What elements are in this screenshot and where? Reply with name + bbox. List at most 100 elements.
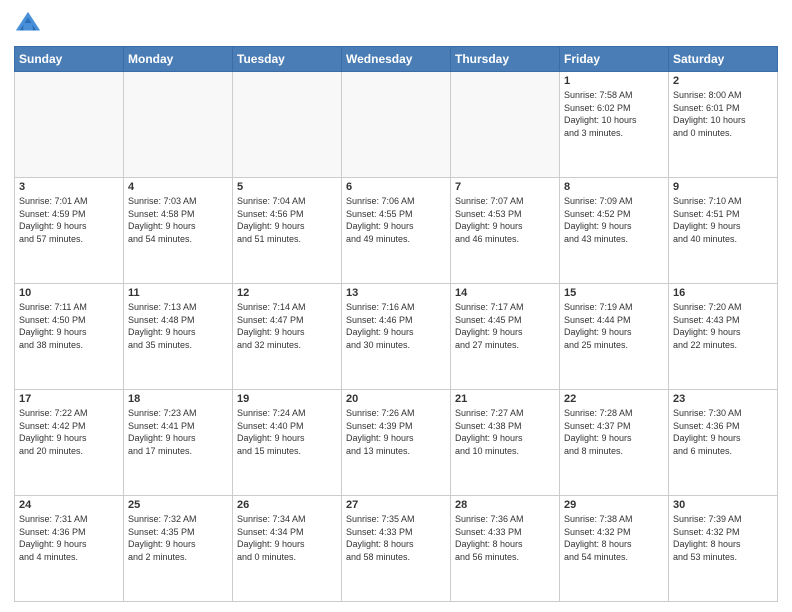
calendar-cell: 24 Sunrise: 7:31 AM Sunset: 4:36 PM Dayli…	[15, 496, 124, 602]
day-info: Sunrise: 7:23 AM Sunset: 4:41 PM Dayligh…	[128, 407, 228, 457]
day-info: Sunrise: 7:26 AM Sunset: 4:39 PM Dayligh…	[346, 407, 446, 457]
day-number: 18	[128, 393, 228, 405]
day-number: 22	[564, 393, 664, 405]
calendar-cell	[233, 72, 342, 178]
day-info: Sunrise: 7:16 AM Sunset: 4:46 PM Dayligh…	[346, 301, 446, 351]
day-number: 28	[455, 499, 555, 511]
day-info: Sunrise: 7:09 AM Sunset: 4:52 PM Dayligh…	[564, 195, 664, 245]
day-info: Sunrise: 7:01 AM Sunset: 4:59 PM Dayligh…	[19, 195, 119, 245]
calendar-cell: 5 Sunrise: 7:04 AM Sunset: 4:56 PM Daylig…	[233, 178, 342, 284]
day-number: 19	[237, 393, 337, 405]
weekday-header: Wednesday	[342, 47, 451, 72]
weekday-header: Tuesday	[233, 47, 342, 72]
weekday-header: Friday	[560, 47, 669, 72]
calendar-cell: 9 Sunrise: 7:10 AM Sunset: 4:51 PM Daylig…	[669, 178, 778, 284]
calendar-cell	[15, 72, 124, 178]
day-info: Sunrise: 7:17 AM Sunset: 4:45 PM Dayligh…	[455, 301, 555, 351]
day-info: Sunrise: 7:07 AM Sunset: 4:53 PM Dayligh…	[455, 195, 555, 245]
day-info: Sunrise: 7:11 AM Sunset: 4:50 PM Dayligh…	[19, 301, 119, 351]
day-number: 10	[19, 287, 119, 299]
day-number: 2	[673, 75, 773, 87]
calendar-cell	[451, 72, 560, 178]
day-number: 9	[673, 181, 773, 193]
day-number: 7	[455, 181, 555, 193]
calendar-cell: 17 Sunrise: 7:22 AM Sunset: 4:42 PM Dayli…	[15, 390, 124, 496]
calendar-cell: 29 Sunrise: 7:38 AM Sunset: 4:32 PM Dayli…	[560, 496, 669, 602]
day-info: Sunrise: 7:06 AM Sunset: 4:55 PM Dayligh…	[346, 195, 446, 245]
day-info: Sunrise: 7:32 AM Sunset: 4:35 PM Dayligh…	[128, 513, 228, 563]
day-info: Sunrise: 7:03 AM Sunset: 4:58 PM Dayligh…	[128, 195, 228, 245]
day-info: Sunrise: 7:22 AM Sunset: 4:42 PM Dayligh…	[19, 407, 119, 457]
day-number: 3	[19, 181, 119, 193]
calendar-cell: 11 Sunrise: 7:13 AM Sunset: 4:48 PM Dayli…	[124, 284, 233, 390]
day-info: Sunrise: 7:39 AM Sunset: 4:32 PM Dayligh…	[673, 513, 773, 563]
logo-icon	[14, 10, 42, 38]
calendar-cell: 30 Sunrise: 7:39 AM Sunset: 4:32 PM Dayli…	[669, 496, 778, 602]
calendar-cell: 20 Sunrise: 7:26 AM Sunset: 4:39 PM Dayli…	[342, 390, 451, 496]
day-number: 30	[673, 499, 773, 511]
calendar-cell: 14 Sunrise: 7:17 AM Sunset: 4:45 PM Dayli…	[451, 284, 560, 390]
calendar-cell: 27 Sunrise: 7:35 AM Sunset: 4:33 PM Dayli…	[342, 496, 451, 602]
day-number: 6	[346, 181, 446, 193]
calendar-cell: 4 Sunrise: 7:03 AM Sunset: 4:58 PM Daylig…	[124, 178, 233, 284]
calendar-cell: 8 Sunrise: 7:09 AM Sunset: 4:52 PM Daylig…	[560, 178, 669, 284]
day-info: Sunrise: 7:30 AM Sunset: 4:36 PM Dayligh…	[673, 407, 773, 457]
calendar-cell	[342, 72, 451, 178]
calendar-cell: 16Sunrise: 7:20 AM Sunset: 4:43 PM Dayli…	[669, 284, 778, 390]
day-info: Sunrise: 7:38 AM Sunset: 4:32 PM Dayligh…	[564, 513, 664, 563]
day-number: 17	[19, 393, 119, 405]
day-number: 16	[673, 287, 773, 299]
day-info: Sunrise: 7:31 AM Sunset: 4:36 PM Dayligh…	[19, 513, 119, 563]
calendar-cell: 13 Sunrise: 7:16 AM Sunset: 4:46 PM Dayli…	[342, 284, 451, 390]
day-number: 8	[564, 181, 664, 193]
day-info: Sunrise: 8:00 AM Sunset: 6:01 PM Dayligh…	[673, 89, 773, 139]
calendar-cell: 7 Sunrise: 7:07 AM Sunset: 4:53 PM Daylig…	[451, 178, 560, 284]
calendar-cell: 15 Sunrise: 7:19 AM Sunset: 4:44 PM Dayli…	[560, 284, 669, 390]
day-number: 20	[346, 393, 446, 405]
calendar-cell: 23 Sunrise: 7:30 AM Sunset: 4:36 PM Dayli…	[669, 390, 778, 496]
calendar-cell: 18 Sunrise: 7:23 AM Sunset: 4:41 PM Dayli…	[124, 390, 233, 496]
calendar-cell: 3 Sunrise: 7:01 AM Sunset: 4:59 PM Daylig…	[15, 178, 124, 284]
weekday-header: Monday	[124, 47, 233, 72]
day-info: Sunrise: 7:24 AM Sunset: 4:40 PM Dayligh…	[237, 407, 337, 457]
calendar-cell: 2 Sunrise: 8:00 AM Sunset: 6:01 PM Daylig…	[669, 72, 778, 178]
weekday-header: Saturday	[669, 47, 778, 72]
weekday-header: Thursday	[451, 47, 560, 72]
calendar-cell: 12 Sunrise: 7:14 AM Sunset: 4:47 PM Dayli…	[233, 284, 342, 390]
day-number: 26	[237, 499, 337, 511]
day-info: Sunrise: 7:04 AM Sunset: 4:56 PM Dayligh…	[237, 195, 337, 245]
day-number: 21	[455, 393, 555, 405]
calendar-cell: 25Sunrise: 7:32 AM Sunset: 4:35 PM Dayli…	[124, 496, 233, 602]
day-number: 29	[564, 499, 664, 511]
logo	[14, 10, 46, 38]
day-number: 14	[455, 287, 555, 299]
day-info: Sunrise: 7:10 AM Sunset: 4:51 PM Dayligh…	[673, 195, 773, 245]
day-number: 27	[346, 499, 446, 511]
calendar-table: SundayMondayTuesdayWednesdayThursdayFrid…	[14, 46, 778, 602]
calendar-cell: 6 Sunrise: 7:06 AM Sunset: 4:55 PM Daylig…	[342, 178, 451, 284]
day-info: Sunrise: 7:14 AM Sunset: 4:47 PM Dayligh…	[237, 301, 337, 351]
day-number: 12	[237, 287, 337, 299]
day-info: Sunrise: 7:58 AM Sunset: 6:02 PM Dayligh…	[564, 89, 664, 139]
calendar-cell: 1 Sunrise: 7:58 AM Sunset: 6:02 PM Daylig…	[560, 72, 669, 178]
day-number: 4	[128, 181, 228, 193]
calendar-cell: 21 Sunrise: 7:27 AM Sunset: 4:38 PM Dayli…	[451, 390, 560, 496]
day-number: 1	[564, 75, 664, 87]
day-info: Sunrise: 7:34 AM Sunset: 4:34 PM Dayligh…	[237, 513, 337, 563]
day-number: 15	[564, 287, 664, 299]
day-info: Sunrise: 7:36 AM Sunset: 4:33 PM Dayligh…	[455, 513, 555, 563]
day-number: 13	[346, 287, 446, 299]
day-number: 24	[19, 499, 119, 511]
day-number: 5	[237, 181, 337, 193]
day-info: Sunrise: 7:27 AM Sunset: 4:38 PM Dayligh…	[455, 407, 555, 457]
day-info: Sunrise: 7:19 AM Sunset: 4:44 PM Dayligh…	[564, 301, 664, 351]
calendar-cell	[124, 72, 233, 178]
day-number: 11	[128, 287, 228, 299]
calendar-cell: 22Sunrise: 7:28 AM Sunset: 4:37 PM Dayli…	[560, 390, 669, 496]
day-number: 23	[673, 393, 773, 405]
calendar-cell: 10 Sunrise: 7:11 AM Sunset: 4:50 PM Dayli…	[15, 284, 124, 390]
day-info: Sunrise: 7:13 AM Sunset: 4:48 PM Dayligh…	[128, 301, 228, 351]
page: SundayMondayTuesdayWednesdayThursdayFrid…	[0, 0, 792, 612]
day-info: Sunrise: 7:35 AM Sunset: 4:33 PM Dayligh…	[346, 513, 446, 563]
calendar-cell: 19 Sunrise: 7:24 AM Sunset: 4:40 PM Dayli…	[233, 390, 342, 496]
